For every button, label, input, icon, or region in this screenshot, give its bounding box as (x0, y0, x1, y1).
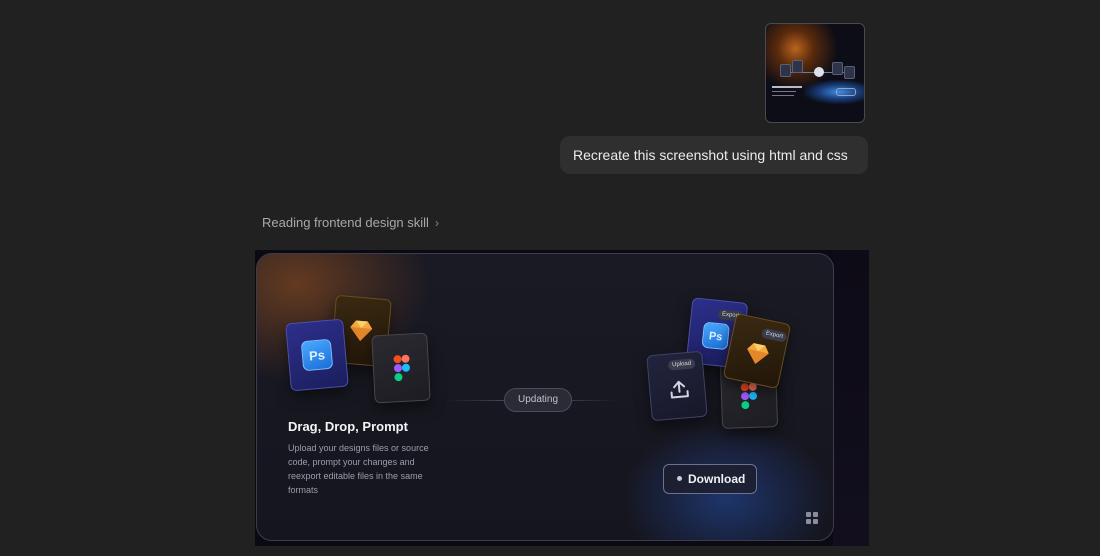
thumbnail-center-node (814, 67, 824, 77)
sketch-icon (350, 320, 373, 341)
thumbnail-tile (792, 60, 803, 73)
card-title: Drag, Drop, Prompt (288, 419, 408, 434)
grid-cell (813, 512, 818, 517)
user-message-bubble: Recreate this screenshot using html and … (560, 136, 868, 174)
chat-page: Recreate this screenshot using html and … (0, 0, 1100, 556)
grid-cell (813, 519, 818, 524)
export-badge: Export (760, 327, 788, 343)
figma-tile (371, 332, 431, 404)
download-button[interactable]: Download (663, 464, 757, 494)
upload-icon (670, 380, 689, 399)
photoshop-icon: Ps (701, 321, 730, 351)
thumbnail-tile (832, 62, 843, 75)
artifact-edge (833, 250, 869, 546)
figma-icon (740, 382, 758, 410)
figma-icon (393, 354, 410, 382)
thumbnail-button (836, 88, 856, 96)
grid-cell (806, 519, 811, 524)
status-pill: Updating (504, 388, 572, 412)
feature-card: Updating Ps Drag, Drop, Prompt Upload yo… (256, 253, 834, 541)
photoshop-tile: Ps (285, 318, 349, 392)
card-description: Upload your designs files or source code… (288, 443, 429, 495)
thinking-toggle[interactable]: Reading frontend design skill › (262, 215, 439, 230)
thinking-label: Reading frontend design skill (262, 215, 429, 230)
grid-icon[interactable] (806, 512, 820, 526)
attachment-thumbnail[interactable] (765, 23, 865, 123)
thumbnail-text-line (772, 91, 796, 92)
download-label: Download (688, 472, 746, 486)
sketch-icon (747, 343, 769, 364)
artifact-preview[interactable]: Updating Ps Drag, Drop, Prompt Upload yo… (255, 250, 869, 546)
thumbnail-title-line (772, 86, 802, 88)
upload-tile: Upload (646, 350, 708, 422)
sketch-tile-right: Export (722, 312, 792, 390)
photoshop-icon: Ps (300, 338, 334, 372)
grid-cell (806, 512, 811, 517)
dot-icon (677, 476, 682, 481)
thumbnail-tile (844, 66, 855, 79)
thumbnail-text-line (772, 95, 794, 96)
upload-badge: Upload (667, 358, 696, 371)
chevron-right-icon: › (434, 216, 439, 230)
thumbnail-tile (780, 64, 791, 77)
